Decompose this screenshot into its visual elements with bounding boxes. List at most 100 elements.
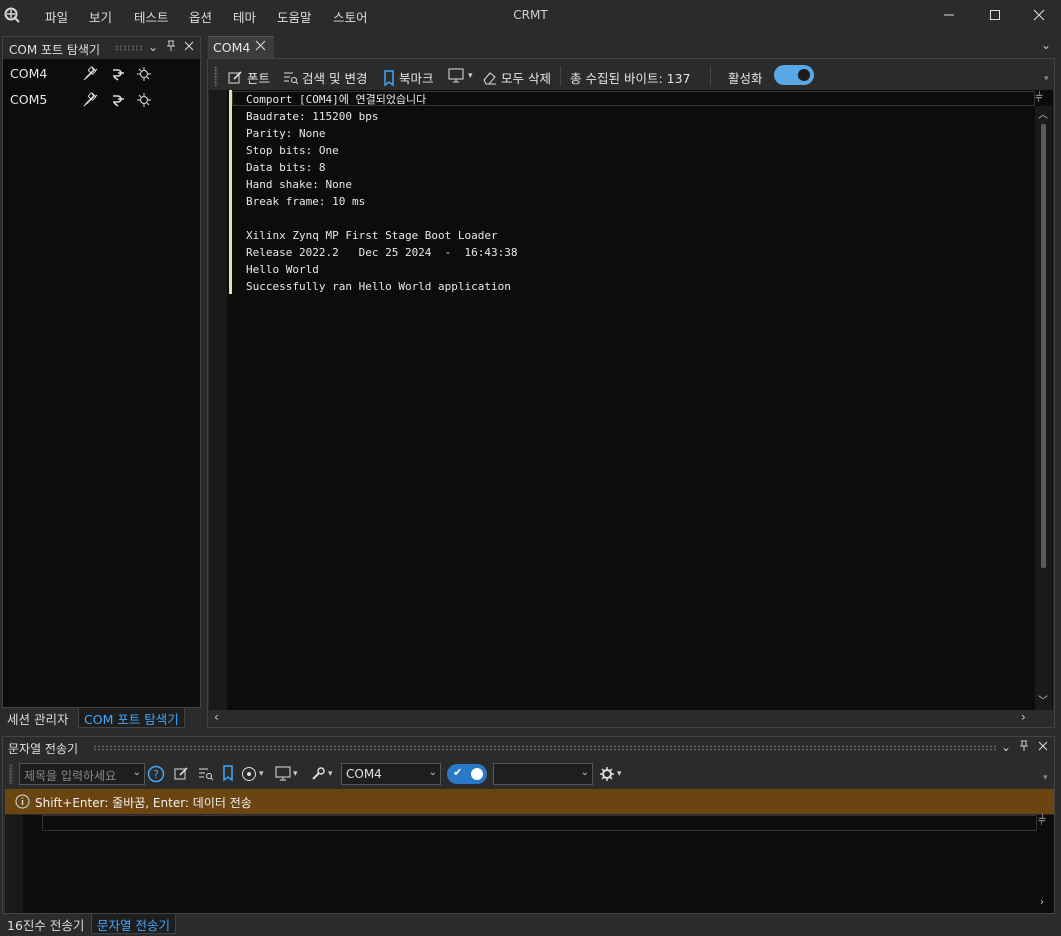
disconnect-plug-icon[interactable] xyxy=(82,66,98,82)
port-select[interactable]: COM4 ⌄ xyxy=(341,763,441,785)
toolbar-overflow-icon[interactable]: ▾ xyxy=(1044,74,1049,84)
menu-options[interactable]: 옵션 xyxy=(189,7,212,26)
search-list-icon xyxy=(284,72,298,85)
checkmark-icon: ✔ xyxy=(453,766,463,779)
toolbar-grip[interactable] xyxy=(9,764,13,784)
enable-label-wrap: 활성화 xyxy=(728,68,763,87)
menu-store[interactable]: 스토어 xyxy=(333,7,368,26)
tab-label: COM4 xyxy=(213,40,251,55)
send-toggle[interactable]: ✔ xyxy=(447,764,487,784)
toolbar-overflow-icon[interactable]: ▾ xyxy=(1043,773,1048,783)
connect-plug-icon[interactable] xyxy=(110,92,126,108)
port-row-com4[interactable]: COM4 xyxy=(3,61,200,87)
message-input-area[interactable]: ⫩ › xyxy=(5,813,1054,913)
drag-grip[interactable] xyxy=(93,745,998,751)
app-logo-icon xyxy=(4,7,20,23)
close-tab-icon[interactable] xyxy=(255,40,266,55)
minimize-icon xyxy=(944,14,954,16)
title-input[interactable]: 제목을 입력하세요 ⌄ xyxy=(19,763,145,785)
console-toolbar: 폰트 검색 및 변경 북마크 ▾ 모두 삭제 총 수집된 바이트: 137 활성… xyxy=(208,62,1054,90)
svg-text:?: ? xyxy=(153,768,159,781)
close-icon[interactable] xyxy=(1036,740,1050,754)
clear-all-button[interactable]: 모두 삭제 xyxy=(482,68,551,87)
connect-plug-icon[interactable] xyxy=(110,66,126,82)
menu-help[interactable]: 도움말 xyxy=(277,7,312,26)
info-text: Shift+Enter: 줄바꿈, Enter: 데이터 전송 xyxy=(35,796,252,810)
monitor-icon xyxy=(275,766,291,781)
tab-session-manager[interactable]: 세션 관리자 xyxy=(2,708,73,728)
split-view-icon[interactable]: ⫩ xyxy=(1038,813,1046,829)
minimize-button[interactable] xyxy=(926,0,972,30)
search-label: 검색 및 변경 xyxy=(302,71,368,86)
port-row-com5[interactable]: COM5 xyxy=(3,87,200,113)
split-view-icon[interactable]: ⫩ xyxy=(1035,90,1043,106)
chevron-down-icon: ⌄ xyxy=(132,767,141,778)
bookmark-button[interactable]: 북마크 xyxy=(383,68,434,87)
pin-icon[interactable] xyxy=(164,40,178,54)
tools-dropdown[interactable]: ▾ xyxy=(311,766,333,781)
bookmark-label: 북마크 xyxy=(399,71,434,86)
eraser-icon xyxy=(483,72,496,85)
font-button[interactable]: 폰트 xyxy=(228,68,270,87)
macro-dropdown[interactable]: ▾ xyxy=(599,766,622,782)
message-input[interactable] xyxy=(42,815,1037,831)
port-name: COM5 xyxy=(10,92,48,107)
console-line: Break frame: 10 ms xyxy=(246,195,366,208)
scroll-up-icon[interactable]: ︿ xyxy=(1038,106,1048,121)
separator xyxy=(710,66,711,86)
tab-string-sender[interactable]: 문자열 전송기 xyxy=(91,914,176,934)
port-name: COM4 xyxy=(10,66,48,81)
tab-com-port-explorer[interactable]: COM 포트 탐색기 xyxy=(78,708,185,728)
disconnect-plug-icon[interactable] xyxy=(82,92,98,108)
enable-label: 활성화 xyxy=(728,71,763,86)
received-bytes-counter: 총 수집된 바이트: 137 xyxy=(570,68,691,87)
chevron-down-icon: ⌄ xyxy=(580,767,589,778)
display-mode-dropdown[interactable]: ▾ xyxy=(448,68,473,83)
menu-file[interactable]: 파일 xyxy=(45,7,68,26)
menu-test[interactable]: 테스트 xyxy=(134,7,169,26)
chevron-down-icon[interactable]: ⌄ xyxy=(999,740,1013,754)
edit-icon[interactable] xyxy=(174,766,189,781)
search-replace-button[interactable]: 검색 및 변경 xyxy=(283,68,367,87)
scroll-down-icon[interactable]: ﹀ xyxy=(1038,692,1048,707)
enable-toggle[interactable] xyxy=(774,65,814,85)
clear-label: 모두 삭제 xyxy=(501,71,551,86)
secondary-select[interactable]: ⌄ xyxy=(493,763,593,785)
scroll-right-icon[interactable]: › xyxy=(1040,897,1044,908)
help-icon[interactable]: ? xyxy=(147,765,165,783)
info-bar: Shift+Enter: 줄바꿈, Enter: 데이터 전송 xyxy=(5,789,1054,814)
close-window-button[interactable] xyxy=(1016,0,1061,30)
maximize-button[interactable] xyxy=(972,0,1018,30)
disc-dropdown[interactable]: ▾ xyxy=(241,766,264,782)
drag-grip[interactable] xyxy=(115,45,143,51)
scroll-thumb[interactable] xyxy=(1041,124,1046,568)
settings-plug-icon[interactable] xyxy=(136,92,152,108)
console-output[interactable]: Comport [COM4]에 연결되었습니다 Baudrate: 115200 … xyxy=(209,90,1053,710)
close-icon[interactable] xyxy=(182,40,196,54)
disc-icon xyxy=(242,767,256,781)
toolbar-grip[interactable] xyxy=(214,66,218,86)
tab-hex-sender[interactable]: 16진수 전송기 xyxy=(2,914,89,934)
console-line: Hello World xyxy=(246,263,319,276)
display-mode-dropdown[interactable]: ▾ xyxy=(275,766,298,781)
tab-com4[interactable]: COM4 xyxy=(208,36,274,58)
horizontal-scrollbar[interactable]: ‹ › xyxy=(209,710,1053,726)
bookmark-icon[interactable] xyxy=(222,765,234,781)
vertical-scrollbar[interactable]: ︿ ﹀ xyxy=(1035,106,1052,710)
scroll-right-icon[interactable]: › xyxy=(1021,710,1026,724)
panel-title: 문자열 전송기 xyxy=(8,742,79,756)
menu-theme[interactable]: 테마 xyxy=(233,7,256,26)
console-line: Xilinx Zynq MP First Stage Boot Loader xyxy=(246,229,498,242)
search-list-icon[interactable] xyxy=(198,766,213,781)
chevron-down-icon: ▾ xyxy=(259,769,264,779)
pin-icon[interactable] xyxy=(1017,740,1031,754)
title-placeholder: 제목을 입력하세요 xyxy=(24,769,117,783)
chevron-down-icon[interactable]: ⌄ xyxy=(146,40,160,54)
settings-plug-icon[interactable] xyxy=(136,66,152,82)
menu-view[interactable]: 보기 xyxy=(89,7,112,26)
wrench-icon xyxy=(312,767,325,780)
panel-header: COM 포트 탐색기 ⌄ xyxy=(3,37,200,59)
scroll-left-icon[interactable]: ‹ xyxy=(214,710,219,724)
tab-list-chevron-icon[interactable]: ⌄ xyxy=(1041,38,1051,52)
console-gutter xyxy=(209,90,227,710)
